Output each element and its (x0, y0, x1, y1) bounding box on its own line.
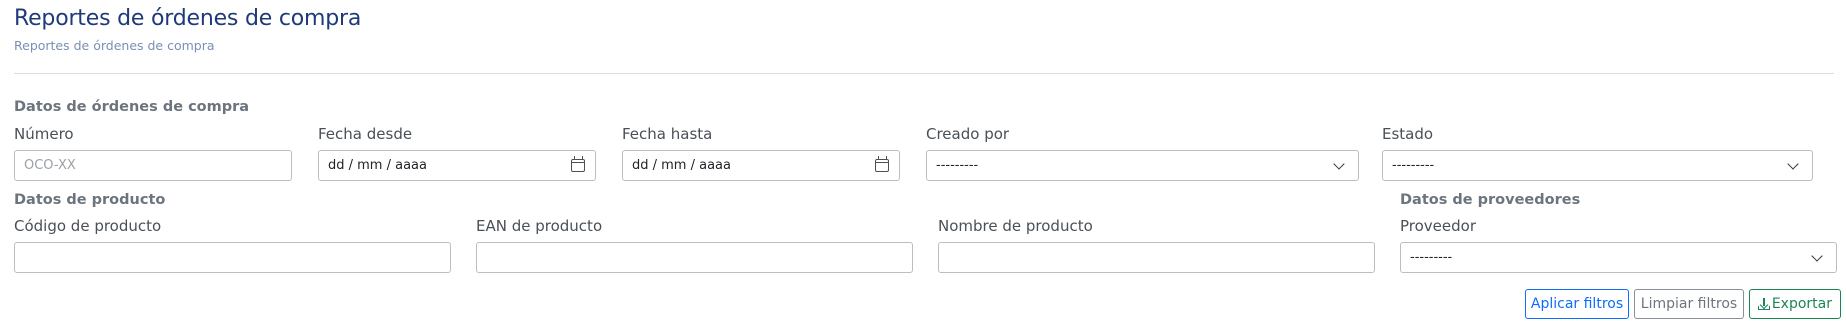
codigo-input[interactable] (14, 242, 451, 273)
nombre-input[interactable] (938, 242, 1375, 273)
chevron-down-icon (1811, 249, 1823, 262)
calendar-icon[interactable] (875, 156, 889, 172)
nombre-label: Nombre de producto (938, 217, 1093, 235)
numero-placeholder: OCO-XX (24, 158, 76, 173)
proveedor-value: --------- (1410, 250, 1453, 265)
header-divider (14, 73, 1834, 74)
chevron-down-icon (1787, 157, 1799, 170)
estado-select[interactable]: --------- (1382, 150, 1813, 181)
chevron-down-icon (1333, 157, 1345, 170)
supplier-section-title: Datos de proveedores (1400, 192, 1581, 208)
estado-value: --------- (1392, 158, 1435, 173)
clear-filters-button[interactable]: Limpiar filtros (1634, 289, 1744, 319)
fecha-hasta-placeholder: dd / mm / aaaa (632, 158, 731, 173)
creado-por-label: Creado por (926, 125, 1010, 143)
export-button-label: Exportar (1771, 296, 1832, 312)
export-button[interactable]: Exportar (1749, 289, 1841, 319)
page-title: Reportes de órdenes de compra (14, 6, 362, 31)
numero-input[interactable]: OCO-XX (14, 150, 292, 181)
proveedor-select[interactable]: --------- (1400, 242, 1837, 273)
fecha-desde-label: Fecha desde (318, 125, 413, 143)
fecha-hasta-input[interactable]: dd / mm / aaaa (622, 150, 900, 181)
product-section-title: Datos de producto (14, 192, 166, 208)
numero-label: Número (14, 125, 74, 143)
fecha-hasta-label: Fecha hasta (622, 125, 713, 143)
codigo-label: Código de producto (14, 217, 162, 235)
apply-filters-button[interactable]: Aplicar filtros (1525, 289, 1629, 319)
estado-label: Estado (1382, 125, 1434, 143)
ean-label: EAN de producto (476, 217, 603, 235)
breadcrumb: Reportes de órdenes de compra (14, 38, 215, 53)
ean-input[interactable] (476, 242, 913, 273)
creado-por-select[interactable]: --------- (926, 150, 1359, 181)
fecha-desde-placeholder: dd / mm / aaaa (328, 158, 427, 173)
calendar-icon[interactable] (571, 156, 585, 172)
orders-section-title: Datos de órdenes de compra (14, 99, 250, 115)
creado-por-value: --------- (936, 158, 979, 173)
download-icon (1758, 298, 1770, 310)
fecha-desde-input[interactable]: dd / mm / aaaa (318, 150, 596, 181)
proveedor-label: Proveedor (1400, 217, 1476, 235)
